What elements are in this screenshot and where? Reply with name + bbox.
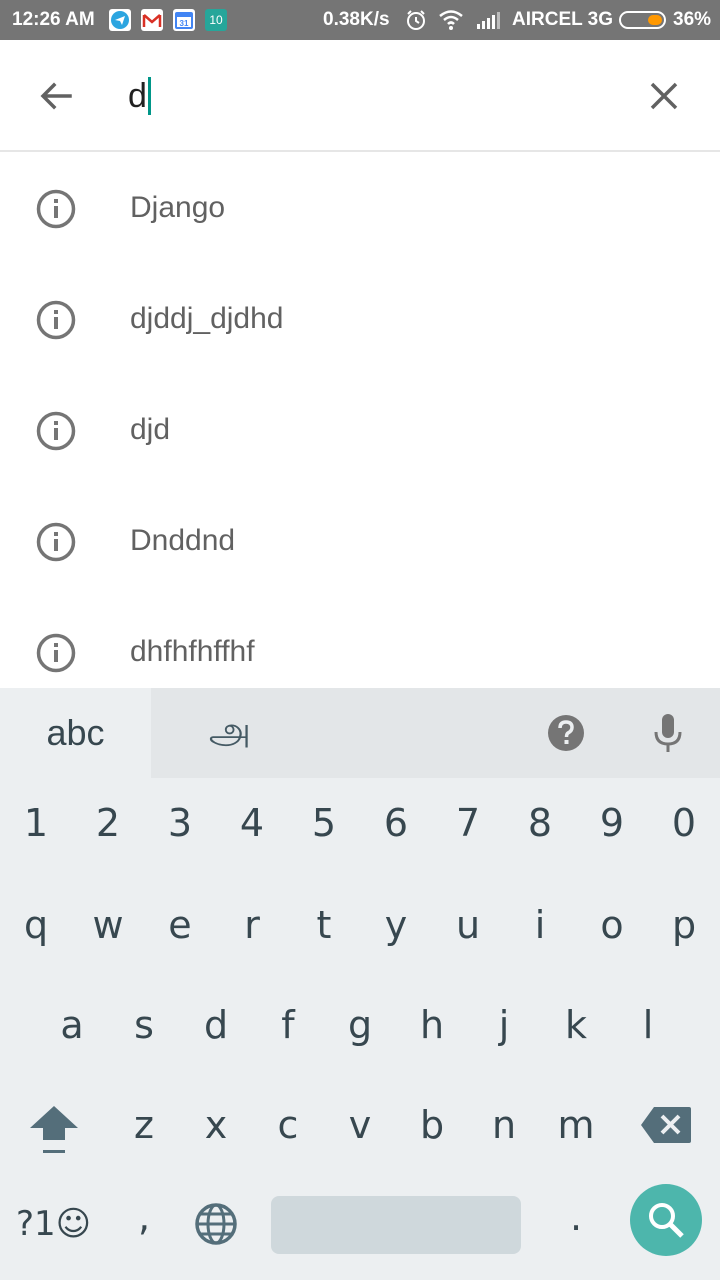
suggestion-item[interactable]: dhfhfhffhf [0,597,720,688]
key-b[interactable]: b [396,1080,468,1170]
key-q[interactable]: q [0,880,72,970]
suggestion-label: djd [130,413,171,446]
key-i[interactable]: i [504,880,576,970]
info-icon [36,522,76,562]
wifi-icon [439,10,463,30]
key-p[interactable]: p [648,880,720,970]
info-icon [36,633,76,673]
suggestion-label: Django [130,191,226,224]
key-d[interactable]: d [180,980,252,1070]
calendar-day: 31 [180,19,189,28]
period-key[interactable]: . [540,1172,612,1262]
suggestion-item[interactable]: Dnddnd [0,486,720,597]
info-icon [36,300,76,340]
key-u[interactable]: u [432,880,504,970]
search-query: d [128,76,147,115]
key-1[interactable]: 1 [0,778,72,868]
text-cursor [147,77,151,115]
key-3[interactable]: 3 [144,778,216,868]
key-m[interactable]: m [540,1080,612,1170]
key-8[interactable]: 8 [504,778,576,868]
notification-count-icon: 10 [205,9,227,31]
key-h[interactable]: h [396,980,468,1070]
key-j[interactable]: j [468,980,540,1070]
key-t[interactable]: t [288,880,360,970]
key-k[interactable]: k [540,980,612,1070]
backspace-icon[interactable] [640,1106,692,1144]
suggestion-label: djddj_djdhd [130,302,284,335]
soft-keyboard: abc அ 1234567890 qwertyuiop asdfghjkl zx… [0,688,720,1280]
back-button[interactable] [36,76,76,116]
key-v[interactable]: v [324,1080,396,1170]
info-icon [36,411,76,451]
calendar-icon: 31 [173,9,195,31]
tab-abc[interactable]: abc [0,688,151,778]
suggestion-item[interactable]: djd [0,375,720,486]
globe-icon[interactable] [194,1202,238,1246]
key-y[interactable]: y [360,880,432,970]
notification-count: 10 [209,13,223,27]
suggestion-item[interactable]: Django [0,153,720,264]
help-icon[interactable] [547,714,585,752]
alarm-icon [407,10,425,30]
tab-tamil[interactable]: அ [190,700,270,766]
key-r[interactable]: r [216,880,288,970]
suggestion-label: dhfhfhffhf [130,635,255,668]
status-time: 12:26 AM [12,9,95,30]
key-n[interactable]: n [468,1080,540,1170]
gmail-icon [141,9,163,31]
key-6[interactable]: 6 [360,778,432,868]
key-2[interactable]: 2 [72,778,144,868]
key-g[interactable]: g [324,980,396,1070]
carrier-name: AIRCEL 3G [512,9,614,30]
key-o[interactable]: o [576,880,648,970]
network-speed: 0.38K/s [323,9,390,30]
key-w[interactable]: w [72,880,144,970]
key-x[interactable]: x [180,1080,252,1170]
search-input[interactable]: d [128,74,151,118]
key-9[interactable]: 9 [576,778,648,868]
comma-key[interactable]: , [108,1172,180,1262]
close-icon [650,82,678,110]
key-e[interactable]: e [144,880,216,970]
search-icon [649,1203,684,1238]
clear-search-button[interactable] [644,76,684,116]
suggestion-item[interactable]: djddj_djdhd [0,264,720,375]
search-header: d [0,40,720,152]
search-key[interactable] [630,1184,702,1256]
info-icon [36,189,76,229]
key-f[interactable]: f [252,980,324,1070]
battery-icon [619,11,666,29]
suggestion-list: Django djddj_djdhd djd Dnddnd dhfhfhffhf [0,153,720,688]
suggestion-label: Dnddnd [130,524,236,557]
key-5[interactable]: 5 [288,778,360,868]
status-bar: 12:26 AM 31 10 0.38K/s AIRCEL 3G 36% [0,0,720,40]
key-a[interactable]: a [36,980,108,1070]
key-0[interactable]: 0 [648,778,720,868]
battery-percent: 36% [673,9,712,30]
telegram-icon [109,9,131,31]
key-c[interactable]: c [252,1080,324,1170]
microphone-icon[interactable] [650,712,686,754]
shift-icon[interactable] [24,1100,84,1160]
key-4[interactable]: 4 [216,778,288,868]
key-s[interactable]: s [108,980,180,1070]
space-bar[interactable] [271,1196,521,1254]
key-z[interactable]: z [108,1080,180,1170]
symbols-key[interactable]: ?1☺ [16,1196,91,1252]
key-7[interactable]: 7 [432,778,504,868]
signal-icon [477,12,500,29]
key-l[interactable]: l [612,980,684,1070]
arrow-left-icon [40,82,72,110]
keyboard-toolbar: abc அ [0,688,720,778]
